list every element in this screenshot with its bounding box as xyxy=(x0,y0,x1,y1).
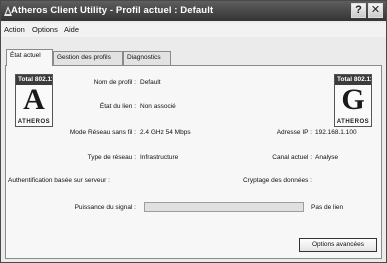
menu-bar: Action Options Aide xyxy=(1,23,386,37)
tab-etat-actuel[interactable]: État actuel xyxy=(6,49,53,66)
status-panel: Total 802.11 A ATHEROS Total 802.11 G AT… xyxy=(5,65,382,259)
signal-strength-bar xyxy=(144,202,304,212)
network-type-label: Type de réseau : xyxy=(87,154,136,161)
wireless-mode-label: Mode Réseau sans fil : xyxy=(69,129,136,136)
wireless-mode-value: 2.4 GHz 54 Mbps xyxy=(140,129,191,136)
server-auth-label: Authentification basée sur serveur : xyxy=(8,177,110,184)
profile-name-label: Nom de profil : xyxy=(93,79,136,86)
ip-address-label: Adresse IP : xyxy=(276,129,312,136)
menu-aide[interactable]: Aide xyxy=(64,25,79,34)
menu-options[interactable]: Options xyxy=(32,25,58,34)
menu-action[interactable]: Action xyxy=(4,25,25,34)
atheros-g-logo: Total 802.11 G ATHEROS xyxy=(334,74,372,127)
network-type-value: Infrastructure xyxy=(140,154,179,161)
help-button[interactable]: ? xyxy=(351,3,366,18)
app-window: Atheros Client Utility - Profil actuel :… xyxy=(0,0,387,263)
tab-gestion-des-profils[interactable]: Gestion des profils xyxy=(53,51,123,65)
tab-diagnostics[interactable]: Diagnostics xyxy=(123,51,171,65)
current-channel-value: Analyse xyxy=(315,154,339,161)
link-state-value: Non associé xyxy=(140,103,176,110)
profile-name-value: Default xyxy=(140,79,161,86)
signal-strength-value: Pas de lien xyxy=(311,204,344,211)
link-state-label: État du lien : xyxy=(99,103,136,110)
signal-strength-label: Puissance du signal : xyxy=(74,204,136,211)
advanced-options-button[interactable]: Options avancées xyxy=(299,238,377,252)
window-title: Atheros Client Utility - Profil actuel :… xyxy=(11,5,214,16)
close-button[interactable]: ✕ xyxy=(368,3,383,18)
data-encryption-label: Cryptage des données : xyxy=(242,177,312,184)
ip-address-value: 192.168.1.100 xyxy=(315,129,357,136)
current-channel-label: Canal actuel : xyxy=(272,154,312,161)
title-bar[interactable]: Atheros Client Utility - Profil actuel :… xyxy=(1,1,386,21)
